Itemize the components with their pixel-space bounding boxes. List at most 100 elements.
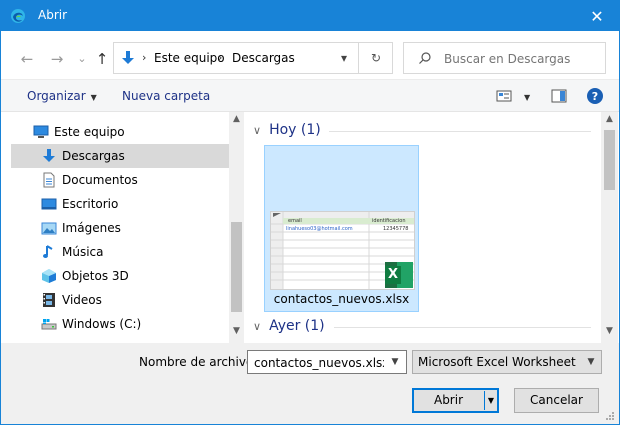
address-bar[interactable]: › Este equipo › Descargas ▾ ↻ xyxy=(113,42,393,74)
open-file-dialog: Abrir ✕ ← → ⌄ ↑ › Este equipo › Descarga… xyxy=(0,0,620,425)
organize-label: Organizar xyxy=(27,89,86,103)
filename-input[interactable] xyxy=(252,354,386,372)
caret-down-icon: ▼ xyxy=(90,93,97,102)
tree-item-imagenes[interactable]: Imágenes xyxy=(11,216,229,240)
navigation-scrollbar[interactable]: ▲ ▼ xyxy=(229,112,244,343)
thumb-email-value: linahueso03@hotmail.com xyxy=(286,226,353,232)
open-button[interactable]: Abrir ▼ xyxy=(412,388,499,413)
divider xyxy=(329,131,591,132)
resize-grip-icon[interactable] xyxy=(605,411,615,421)
breadcrumb-separator: › xyxy=(218,51,223,64)
close-button[interactable]: ✕ xyxy=(575,1,619,31)
group-label: Hoy (1) xyxy=(269,122,321,138)
chevron-down-icon: ▾ xyxy=(340,51,348,65)
open-label: Abrir xyxy=(433,393,464,407)
command-bar: Organizar ▼ Nueva carpeta ▼ ? xyxy=(1,79,619,112)
chevron-down-icon: ∨ xyxy=(253,320,262,333)
divider xyxy=(334,327,591,328)
back-button[interactable]: ← xyxy=(16,49,38,69)
excel-icon: X xyxy=(385,262,413,288)
chevron-down-icon: ⌄ xyxy=(77,52,87,65)
up-button[interactable]: ↑ xyxy=(91,49,113,69)
navigation-pane: Este equipo Descargas Documentos Escrito… xyxy=(1,112,244,343)
close-icon: ✕ xyxy=(590,6,604,26)
music-icon xyxy=(43,245,53,258)
open-dropdown-arrow-icon[interactable]: ▼ xyxy=(484,389,498,412)
tree-item-label: Descargas xyxy=(62,149,125,163)
filetype-select[interactable]: Microsoft Excel Worksheet (*.xl ▼ xyxy=(412,350,602,374)
computer-icon xyxy=(33,125,49,138)
tree-item-escritorio[interactable]: Escritorio xyxy=(11,192,229,216)
group-label: Ayer (1) xyxy=(269,318,325,334)
tree-item-descargas[interactable]: Descargas xyxy=(11,144,229,168)
new-folder-button[interactable]: Nueva carpeta xyxy=(122,89,210,103)
3d-objects-icon xyxy=(42,269,56,283)
file-list: ∨ Hoy (1) email identificacion linahueso… xyxy=(245,112,601,343)
organize-menu[interactable]: Organizar ▼ xyxy=(27,89,97,103)
chevron-down-icon: ▼ xyxy=(587,357,595,367)
tree-item-label: Videos xyxy=(62,293,102,307)
view-dropdown-button[interactable]: ▼ xyxy=(519,89,530,103)
tree-item-windows-c[interactable]: Windows (C:) xyxy=(11,312,229,336)
cancel-button[interactable]: Cancelar xyxy=(514,388,599,413)
filename-label: Nombre de archivo: xyxy=(139,355,258,369)
tree-item-label: Windows (C:) xyxy=(62,317,142,331)
dialog-title: Abrir xyxy=(38,8,68,22)
file-tile-selected[interactable]: email identificacion linahueso03@hotmail… xyxy=(264,145,419,312)
scrollbar-thumb[interactable] xyxy=(231,222,242,312)
tree-item-label: Imágenes xyxy=(62,221,121,235)
search-input[interactable] xyxy=(442,49,596,69)
caret-down-icon: ▼ xyxy=(524,93,531,102)
tree-item-este-equipo[interactable]: Este equipo xyxy=(11,120,229,144)
dialog-body: ← → ⌄ ↑ › Este equipo › Descargas ▾ ↻ Bu… xyxy=(1,31,619,424)
forward-arrow-icon: → xyxy=(50,50,64,68)
breadcrumb-este-equipo[interactable]: Este equipo xyxy=(154,51,225,65)
thumb-header-email: email xyxy=(288,218,302,224)
tree-item-label: Escritorio xyxy=(62,197,119,211)
recent-locations-button[interactable]: ⌄ xyxy=(71,49,93,69)
scroll-down-icon[interactable]: ▼ xyxy=(604,326,615,340)
refresh-icon: ↻ xyxy=(370,51,382,65)
group-header-yesterday[interactable]: ∨ Ayer (1) xyxy=(253,318,325,334)
documents-icon xyxy=(43,172,55,188)
tree-item-documentos[interactable]: Documentos xyxy=(11,168,229,192)
content-area: Este equipo Descargas Documentos Escrito… xyxy=(1,111,619,344)
svg-text:?: ? xyxy=(592,90,598,103)
scroll-up-icon[interactable]: ▲ xyxy=(231,114,242,128)
tree-item-label: Música xyxy=(62,245,104,259)
videos-icon xyxy=(43,293,55,307)
group-header-today[interactable]: ∨ Hoy (1) xyxy=(253,122,321,138)
help-icon[interactable]: ? xyxy=(586,87,604,105)
tree-item-videos[interactable]: Videos xyxy=(11,288,229,312)
scroll-down-icon[interactable]: ▼ xyxy=(231,326,242,340)
file-list-scrollbar[interactable]: ▲ ▼ xyxy=(601,112,618,343)
chevron-down-icon: ∨ xyxy=(253,124,262,137)
up-arrow-icon: ↑ xyxy=(95,50,109,68)
tree-item-musica[interactable]: Música xyxy=(11,240,229,264)
spreadsheet-thumbnail: email identificacion linahueso03@hotmail… xyxy=(270,211,415,290)
scrollbar-thumb[interactable] xyxy=(604,130,615,190)
tree-item-label: Este equipo xyxy=(54,125,125,139)
scroll-up-icon[interactable]: ▲ xyxy=(604,114,615,128)
address-dropdown-button[interactable]: ▾ xyxy=(328,43,359,73)
drive-icon xyxy=(41,319,57,330)
desktop-icon xyxy=(41,198,57,210)
thumb-header-id: identificacion xyxy=(372,218,406,224)
forward-button[interactable]: → xyxy=(46,49,68,69)
downloads-icon xyxy=(43,149,55,162)
refresh-button[interactable]: ↻ xyxy=(358,43,393,73)
thumb-id-value: 12345778 xyxy=(383,226,409,232)
edge-icon xyxy=(11,9,25,23)
preview-pane-icon[interactable] xyxy=(550,87,568,105)
tree-item-label: Objetos 3D xyxy=(62,269,129,283)
tree-item-objetos-3d[interactable]: Objetos 3D xyxy=(11,264,229,288)
pictures-icon xyxy=(41,222,57,235)
filetype-value: Microsoft Excel Worksheet (*.xl xyxy=(418,355,578,369)
view-options-icon[interactable] xyxy=(495,87,513,105)
downloads-folder-icon xyxy=(122,51,134,64)
chevron-down-icon[interactable]: ▼ xyxy=(384,351,406,373)
breadcrumb-descargas[interactable]: Descargas xyxy=(232,51,295,65)
search-box[interactable] xyxy=(403,42,606,74)
breadcrumb-separator: › xyxy=(142,51,147,64)
filename-combobox[interactable]: ▼ xyxy=(247,350,407,374)
